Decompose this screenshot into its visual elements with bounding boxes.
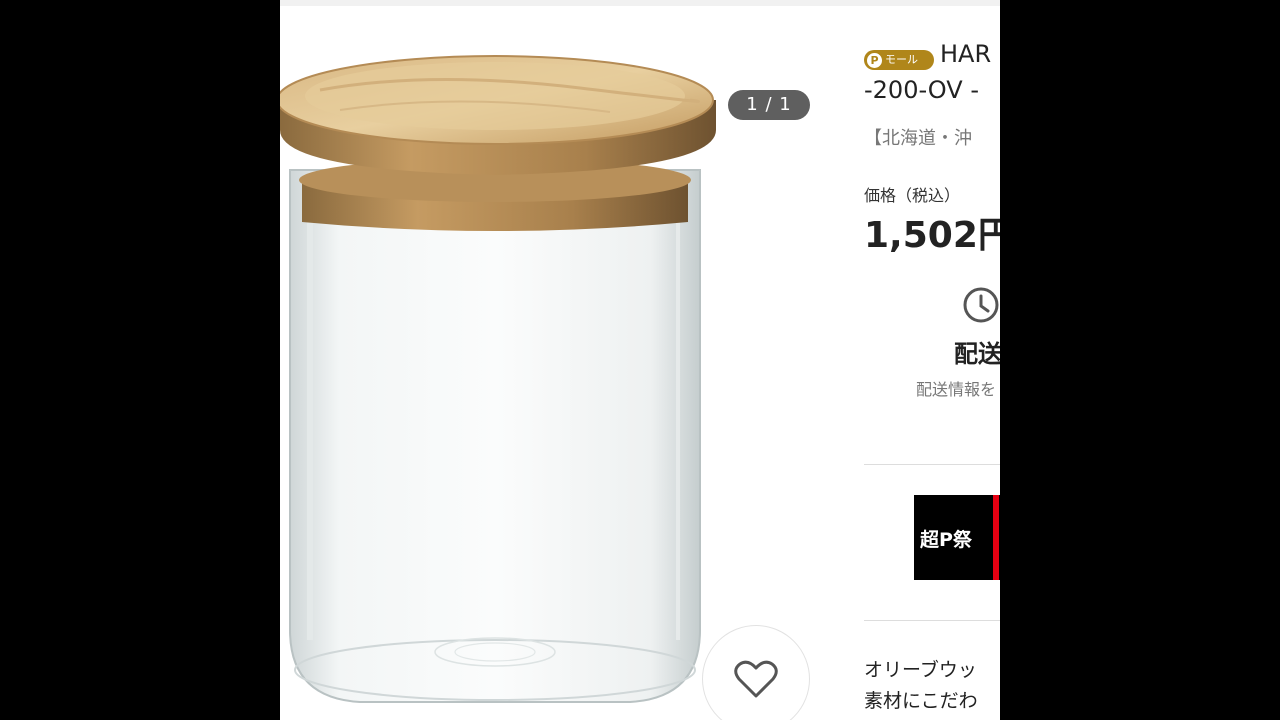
divider <box>864 620 1000 621</box>
campaign-banner[interactable]: 超P祭 <box>914 495 1000 580</box>
pmall-badge: P モール <box>864 50 934 70</box>
product-title-line2: -200-OV - <box>864 76 979 104</box>
clock-icon <box>963 287 999 323</box>
price-label: 価格（税込） <box>864 186 961 205</box>
divider <box>864 464 1000 465</box>
description-line2: 素材にこだわ <box>864 690 978 712</box>
campaign-banner-text: 超P祭 <box>920 529 972 551</box>
delivery-title: 配送 <box>954 340 1000 368</box>
image-counter: 1 / 1 <box>728 90 810 120</box>
pmall-badge-label: モール <box>885 53 918 66</box>
delivery-info-link[interactable]: 配送情報を <box>916 376 996 400</box>
description-line1: オリーブウッ <box>864 659 977 681</box>
shipping-region-note: 【北海道・沖 <box>864 128 972 149</box>
product-image-gallery[interactable]: 1 / 1 <box>280 30 840 720</box>
product-info: P モール HAR -200-OV - 【北海道・沖 価格（税込） 1,502円… <box>864 0 1000 720</box>
page-viewport: 1 / 1 P モール HAR -200-OV - 【北海道・沖 価格（税込） … <box>280 0 1000 720</box>
heart-icon <box>734 660 778 698</box>
price-value: 1,502円 <box>864 215 1000 256</box>
banner-accent <box>993 495 999 580</box>
p-logo-icon: P <box>867 52 882 68</box>
product-image[interactable] <box>280 30 840 720</box>
product-title-line1: HAR <box>940 40 992 68</box>
